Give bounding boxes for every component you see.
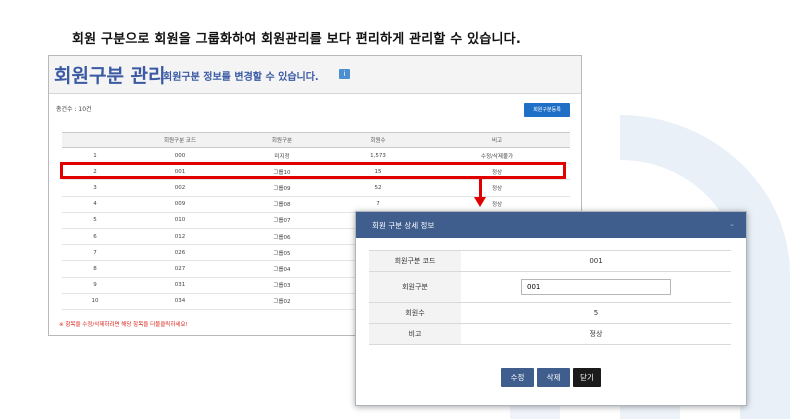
edit-button[interactable]: 수정 (501, 368, 534, 387)
table-row[interactable]: 4 009 그룹08 7 정상 (62, 196, 570, 213)
detail-table: 회원구분 코드 001 회원구분 회원수 5 비고 정상 (369, 250, 731, 345)
detail-row-group: 회원구분 (369, 271, 731, 303)
cell-note: 정상 (424, 196, 570, 213)
cell-group: 그룹09 (232, 179, 332, 197)
cell-group: 그룹06 (232, 228, 332, 246)
group-label: 회원구분 (369, 271, 461, 303)
cell-group: 그룹04 (232, 260, 332, 278)
cell-index: 7 (62, 244, 128, 262)
page-title: 회원구분 관리 (54, 65, 166, 87)
cell-index: 9 (62, 277, 128, 294)
cell-index: 8 (62, 260, 128, 278)
note-label: 비고 (369, 323, 461, 345)
info-icon[interactable]: i (339, 69, 350, 79)
page-subtitle: 회원구분 정보를 변경할 수 있습니다. (163, 72, 319, 83)
cell-code: 010 (128, 212, 232, 229)
cell-code: 012 (128, 228, 232, 246)
detail-row-count: 회원수 5 (369, 302, 731, 324)
arrow-down-icon (479, 179, 482, 199)
modal-title: 회원 구분 상세 정보 (372, 221, 435, 230)
cell-code: 009 (128, 196, 232, 213)
cell-code: 034 (128, 293, 232, 310)
col-header-code[interactable]: 회원구분 코드 (128, 132, 232, 148)
usage-note: ※ 항목을 수정/삭제하려면 해당 항목을 더블클릭하세요! (59, 322, 188, 328)
cell-index: 3 (62, 179, 128, 197)
panel-header: 회원구분 관리 회원구분 정보를 변경할 수 있습니다. i (49, 56, 581, 94)
cell-code: 027 (128, 260, 232, 278)
cell-count: 7 (332, 196, 424, 213)
total-count: 총건수 : 10건 (56, 106, 92, 113)
headline: 회원 구분으로 회원을 그룹화하여 회원관리를 보다 편리하게 관리할 수 있습… (72, 32, 521, 47)
cell-count: 52 (332, 179, 424, 197)
delete-button[interactable]: 삭제 (537, 368, 570, 387)
col-header-note[interactable]: 비고 (424, 132, 570, 148)
table-header-row: 회원구분 코드 회원구분 회원수 비고 (62, 132, 570, 148)
cell-group: 그룹03 (232, 277, 332, 294)
add-member-group-button[interactable]: 회원구분등록 (524, 103, 570, 117)
cell-group: 그룹02 (232, 293, 332, 310)
cell-code: 002 (128, 179, 232, 197)
count-label: 회원수 (369, 302, 461, 324)
cell-group: 그룹07 (232, 212, 332, 229)
cell-index: 6 (62, 228, 128, 246)
cell-index: 10 (62, 293, 128, 310)
member-group-detail-modal: 회원 구분 상세 정보 ⌄ 회원구분 코드 001 회원구분 회원수 5 비고 … (355, 211, 747, 406)
cell-code: 026 (128, 244, 232, 262)
note-value: 정상 (461, 323, 731, 345)
code-value: 001 (461, 250, 731, 272)
col-header-group[interactable]: 회원구분 (232, 132, 332, 148)
group-cell (461, 271, 731, 303)
cell-group: 그룹05 (232, 244, 332, 262)
modal-header: 회원 구분 상세 정보 ⌄ (356, 212, 746, 238)
table-row[interactable]: 3 002 그룹09 52 정상 (62, 179, 570, 197)
col-header-index (62, 132, 128, 148)
code-label: 회원구분 코드 (369, 250, 461, 272)
cell-code: 031 (128, 277, 232, 294)
chevron-down-icon[interactable]: ⌄ (729, 220, 735, 228)
cell-group: 그룹08 (232, 196, 332, 213)
group-name-input[interactable] (521, 279, 671, 295)
detail-row-note: 비고 정상 (369, 323, 731, 345)
selected-row-highlight (60, 162, 566, 179)
cell-index: 4 (62, 196, 128, 213)
close-button[interactable]: 닫기 (573, 368, 601, 387)
cell-note: 정상 (424, 179, 570, 197)
arrow-head-icon (474, 197, 486, 207)
detail-row-code: 회원구분 코드 001 (369, 250, 731, 272)
col-header-count[interactable]: 회원수 (332, 132, 424, 148)
count-value: 5 (461, 302, 731, 324)
cell-index: 5 (62, 212, 128, 229)
